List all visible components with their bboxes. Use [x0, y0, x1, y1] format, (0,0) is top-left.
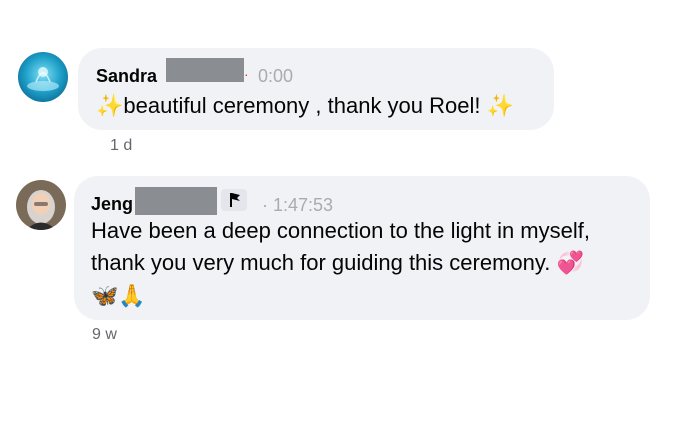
flag-icon: [230, 193, 240, 207]
redacted-surname: [166, 58, 244, 82]
folded-hands-icon: 🙏: [118, 283, 146, 308]
emoji-row: 🦋🙏: [91, 280, 146, 312]
comment-age[interactable]: 9 w: [92, 326, 117, 344]
flag-badge[interactable]: [221, 189, 247, 211]
comment-text-line-2: thank you very much for guiding this cer…: [91, 247, 584, 279]
status-dot: ·: [244, 66, 249, 82]
comment-timestamp[interactable]: 0:00: [258, 66, 293, 87]
comment-timestamp[interactable]: · 1:47:53: [262, 195, 333, 216]
sparkles-icon: ✨: [486, 93, 515, 118]
comment-author[interactable]: Jeng: [91, 194, 133, 215]
sparkles-icon: ✨: [96, 93, 124, 118]
comment-text-line: ✨beautiful ceremony , thank you Roel! ✨: [96, 90, 514, 122]
comment-author[interactable]: Sandra: [96, 66, 157, 87]
avatar-jeng[interactable]: [16, 180, 66, 230]
comment-text: beautiful ceremony , thank you Roel!: [123, 93, 481, 118]
comment-text-line-1: Have been a deep connection to the light…: [91, 218, 590, 243]
avatar-sandra[interactable]: [18, 52, 68, 102]
comment-age[interactable]: 1 d: [110, 137, 132, 155]
avatar-image: [18, 52, 68, 102]
comment-text: thank you very much for guiding this cer…: [91, 250, 551, 275]
redacted-surname: [135, 187, 217, 215]
avatar-image: [16, 180, 66, 230]
butterfly-icon: 🦋: [91, 283, 119, 308]
two-hearts-icon: 💞: [556, 250, 584, 275]
